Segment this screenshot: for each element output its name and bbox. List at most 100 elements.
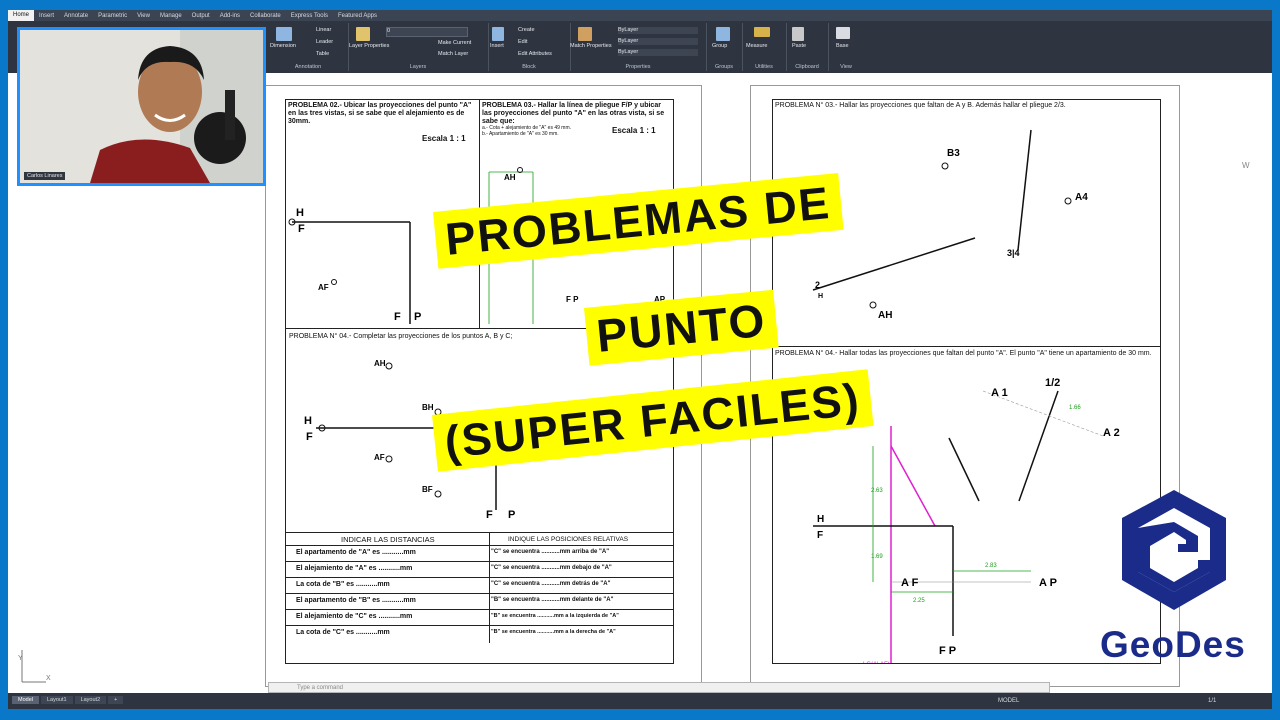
svg-text:1/2: 1/2 [1045,377,1060,389]
edit-button[interactable]: Edit [518,39,527,45]
base-button[interactable]: Base [836,43,849,49]
utilities-group-label: Utilities [755,64,773,70]
insert-button[interactable]: Insert [490,43,504,49]
label-b3: B3 [947,148,960,159]
color-dropdown[interactable]: ByLayer [618,27,698,34]
svg-text:1.66: 1.66 [1069,405,1081,411]
svg-text:F P: F P [939,645,956,657]
paste-icon[interactable] [792,27,804,41]
webcam-overlay: Carlos Linares [17,27,266,186]
add-layout-button[interactable]: + [108,696,124,704]
svg-text:AH: AH [504,173,516,182]
svg-text:BH: BH [422,403,434,412]
svg-text:P: P [414,311,421,323]
annotation-group-label: Annotation [294,64,322,70]
tab-manage[interactable]: Manage [155,13,187,19]
tab-insert[interactable]: Insert [34,13,59,19]
svg-text:F: F [298,223,305,235]
tab-featured-apps[interactable]: Featured Apps [333,13,382,19]
command-line[interactable]: Type a command [268,682,1050,693]
group-icon[interactable] [716,27,730,41]
table-row: La cota de "C" es ...........mm "B" se e… [286,625,673,642]
table-cell: El apartamento de "B" es ...........mm [296,597,416,604]
tab-output[interactable]: Output [187,13,215,19]
svg-text:AF: AF [374,453,385,462]
match-properties-icon[interactable] [578,27,592,41]
viewcube-w[interactable]: W [1242,161,1250,170]
linetype-dropdown[interactable]: ByLayer [618,38,698,45]
table-cell: El alejamiento de "A" es ...........mm [296,565,413,572]
command-placeholder: Type a command [297,685,344,691]
edit-attributes-button[interactable]: Edit Attributes [518,51,552,57]
svg-text:X: X [46,675,51,682]
svg-text:LG(A\ AF): LG(A\ AF) [863,662,890,663]
svg-text:H: H [296,207,304,219]
dimension-button[interactable]: Dimension [270,43,296,49]
table-row: El alejamiento de "C" es ...........mm "… [286,609,673,626]
groups-group: Group Groups [706,23,743,71]
tab-model[interactable]: Model [12,696,39,704]
tab-collaborate[interactable]: Collaborate [245,13,286,19]
svg-text:F: F [394,311,401,323]
table-header-distances: INDICAR LAS DISTANCIAS [341,535,435,544]
ucs-icon: Y X [18,650,51,683]
distances-table: INDICAR LAS DISTANCIAS INDIQUE LAS POSIC… [286,532,673,643]
lineweight-dropdown[interactable]: ByLayer [618,49,698,56]
table-button[interactable]: Table [316,51,329,57]
make-current-button[interactable]: Make Current [438,40,471,46]
svg-text:1.69: 1.69 [871,554,883,560]
match-layer-button[interactable]: Match Layer [438,51,468,57]
table-row: El alejamiento de "A" es ...........mm "… [286,561,673,578]
svg-text:2.63: 2.63 [871,488,883,494]
layer-dropdown[interactable]: 0 [386,27,468,37]
tab-view[interactable]: View [132,13,155,19]
layers-group: Layer Properties 0 Make Current Match La… [348,23,489,71]
table-row: El apartamento de "A" es ...........mm "… [286,545,673,562]
properties-group: Match Properties ByLayer ByLayer ByLayer… [570,23,707,71]
tab-layout1[interactable]: Layout1 [40,696,73,704]
table-cell: "C" se encuentra ...........mm debajo de… [491,565,612,571]
svg-text:A 1: A 1 [991,387,1008,399]
layer-properties-icon[interactable] [356,27,370,41]
svg-text:F: F [817,530,823,541]
svg-text:H: H [304,415,312,427]
layers-group-label: Layers [409,64,427,70]
model-space-indicator[interactable]: MODEL [998,698,1019,704]
table-row: La cota de "B" es ...........mm "C" se e… [286,577,673,594]
layer-properties-button[interactable]: Layer Properties [349,43,389,49]
geodes-logo-icon [1122,490,1226,610]
group-button[interactable]: Group [712,43,727,49]
svg-text:2.83: 2.83 [985,563,997,569]
tab-parametric[interactable]: Parametric [93,13,132,19]
base-icon[interactable] [836,27,850,39]
table-cell: "B" se encuentra ...........mm a la izqu… [491,613,619,619]
dimension-icon[interactable] [276,27,292,41]
leader-button[interactable]: Leader [316,39,333,45]
tab-layout2[interactable]: Layout2 [74,696,107,704]
presenter-image [20,30,263,183]
svg-text:A 2: A 2 [1103,427,1120,439]
annotation-scale[interactable]: 1/1 [1208,698,1216,704]
tab-home[interactable]: Home [8,10,35,21]
block-group-label: Block [522,64,536,70]
measure-icon[interactable] [754,27,770,37]
tab-addins[interactable]: Add-ins [215,13,245,19]
webcam-name: Carlos Linares [24,172,66,180]
svg-text:Y: Y [18,655,23,662]
measure-button[interactable]: Measure [746,43,767,49]
insert-icon[interactable] [492,27,504,41]
linear-button[interactable]: Linear [316,27,331,33]
geodes-brand: GeoDes [1100,624,1246,665]
svg-text:A F: A F [901,577,919,589]
tab-express-tools[interactable]: Express Tools [286,13,333,19]
clipboard-group: Paste Clipboard [786,23,829,71]
left-layout-sheet: PROBLEMA 02.- Ubicar las proyecciones de… [265,85,702,687]
table-header-positions: INDIQUE LAS POSICIONES RELATIVAS [508,536,629,543]
svg-text:A4: A4 [1075,192,1088,203]
create-button[interactable]: Create [518,27,535,33]
paste-button[interactable]: Paste [792,43,806,49]
match-properties-button[interactable]: Match Properties [570,43,612,49]
table-cell: La cota de "B" es ...........mm [296,581,390,588]
tab-annotate[interactable]: Annotate [59,13,93,19]
table-cell: El alejamiento de "C" es ...........mm [296,613,413,620]
